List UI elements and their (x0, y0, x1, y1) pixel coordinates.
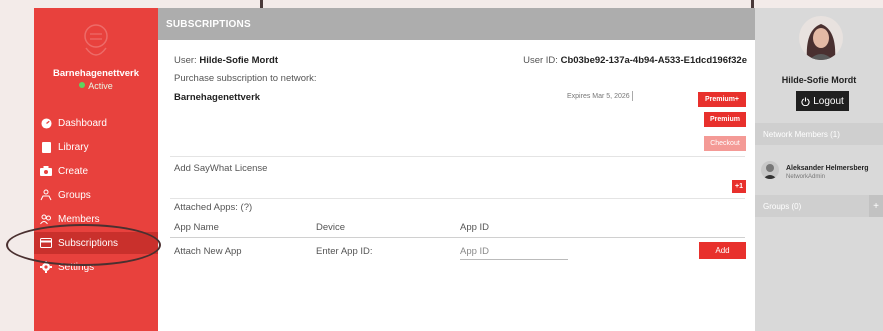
power-icon (801, 96, 810, 106)
premium-button[interactable]: Premium (704, 112, 746, 127)
user-name: Hilde-Sofie Mordt (199, 55, 278, 66)
separator (170, 156, 745, 157)
page-header: SUBSCRIPTIONS (158, 8, 755, 40)
library-icon (40, 141, 52, 153)
app-id-input-underline (460, 259, 568, 260)
user-id-label: User ID: (523, 55, 558, 66)
user-label: User: (174, 55, 197, 66)
user-photo-icon (806, 24, 836, 60)
org-status: Active (34, 81, 158, 91)
sidebar-item-label: Library (58, 141, 89, 153)
sidebar-item-library[interactable]: Library (34, 136, 158, 158)
column-device: Device (316, 222, 346, 233)
groups-icon (40, 189, 52, 201)
sidebar-item-create[interactable]: Create (34, 160, 158, 182)
highlight-circle (6, 224, 161, 266)
separator (170, 198, 745, 199)
sidebar-item-label: Dashboard (58, 117, 107, 129)
attach-new-app-label: Attach New App (174, 246, 242, 257)
network-members-title: Network Members (1) (763, 129, 840, 139)
user-id-row: User ID: Cb03be92-137a-4b94-A533-E1dcd19… (523, 55, 747, 66)
sidebar-item-dashboard[interactable]: Dashboard (34, 112, 158, 134)
network-name: Barnehagenettverk (174, 92, 261, 103)
sidebar-item-label: Create (58, 165, 89, 177)
column-app-id: App ID (460, 222, 490, 233)
checkout-button[interactable]: Checkout (704, 136, 746, 151)
sidebar: Barnehagenettverk Active Dashboard Libra… (34, 8, 158, 331)
right-panel: Hilde-Sofie Mordt Logout Network Members… (755, 8, 883, 331)
main-content: User: Hilde-Sofie Mordt User ID: Cb03be9… (158, 40, 755, 331)
decorative-line-left (260, 0, 263, 8)
divider (632, 91, 633, 101)
groups-title: Groups (0) (763, 201, 802, 211)
user-row: User: Hilde-Sofie Mordt (174, 55, 278, 66)
status-text: Active (88, 81, 113, 91)
groups-header: Groups (0) + (755, 195, 883, 217)
add-group-button[interactable]: + (869, 195, 883, 217)
app-id-input[interactable]: App ID (460, 246, 489, 257)
camera-icon (40, 165, 52, 177)
purchase-label: Purchase subscription to network: (174, 73, 317, 84)
logout-label: Logout (813, 95, 844, 107)
user-id-value: Cb03be92-137a-4b94-A533-E1dcd196f32e (560, 55, 747, 66)
expires-text: Expires Mar 5, 2026 (567, 93, 630, 100)
logout-button[interactable]: Logout (796, 91, 849, 111)
member-photo-icon (763, 164, 777, 179)
org-name: Barnehagenettverk (52, 68, 140, 79)
member-avatar[interactable] (761, 161, 779, 179)
member-role: NetworkAdmin (786, 174, 826, 180)
add-license-button[interactable]: +1 (732, 180, 746, 193)
premium-plus-button[interactable]: Premium+ (698, 92, 746, 107)
add-app-button[interactable]: Add (699, 242, 746, 259)
network-members-header: Network Members (1) (755, 123, 883, 145)
enter-app-id-label: Enter App ID: (316, 246, 373, 257)
right-panel-user-name: Hilde-Sofie Mordt (781, 75, 857, 85)
page-title: SUBSCRIPTIONS (166, 19, 251, 30)
attached-apps-label: Attached Apps: (?) (174, 202, 253, 213)
avatar[interactable] (799, 16, 843, 60)
decorative-line-right (751, 0, 754, 8)
network-logo-icon (84, 24, 108, 56)
column-app-name: App Name (174, 222, 219, 233)
member-name[interactable]: Aleksander Helmersberg (786, 165, 868, 172)
sidebar-item-label: Members (58, 213, 100, 225)
license-label: Add SayWhat License (174, 163, 268, 174)
dashboard-icon (40, 117, 52, 129)
status-dot-icon (79, 82, 86, 88)
members-icon (40, 213, 52, 225)
table-header-divider (170, 237, 745, 238)
sidebar-item-groups[interactable]: Groups (34, 184, 158, 206)
sidebar-item-label: Groups (58, 189, 91, 201)
